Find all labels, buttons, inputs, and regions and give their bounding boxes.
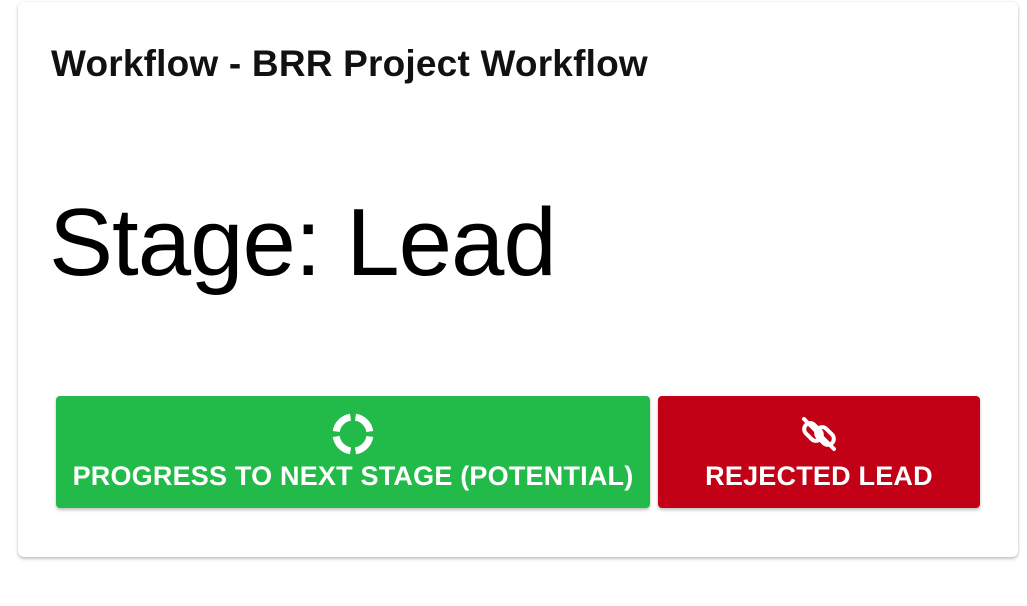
link-off-icon — [802, 416, 836, 451]
stage-heading: Stage: Lead — [49, 189, 557, 296]
rejected-lead-button[interactable]: REJECTED LEAD — [658, 396, 980, 508]
rejected-lead-label: REJECTED LEAD — [705, 460, 933, 491]
card-title: Workflow - BRR Project Workflow — [51, 43, 648, 84]
workflow-card: Workflow - BRR Project Workflow Stage: L… — [18, 2, 1018, 557]
progress-next-stage-label: PROGRESS TO NEXT STAGE (POTENTIAL) — [72, 460, 634, 491]
progress-next-stage-button[interactable]: PROGRESS TO NEXT STAGE (POTENTIAL) — [56, 396, 650, 508]
progress-circle-icon — [332, 413, 374, 454]
